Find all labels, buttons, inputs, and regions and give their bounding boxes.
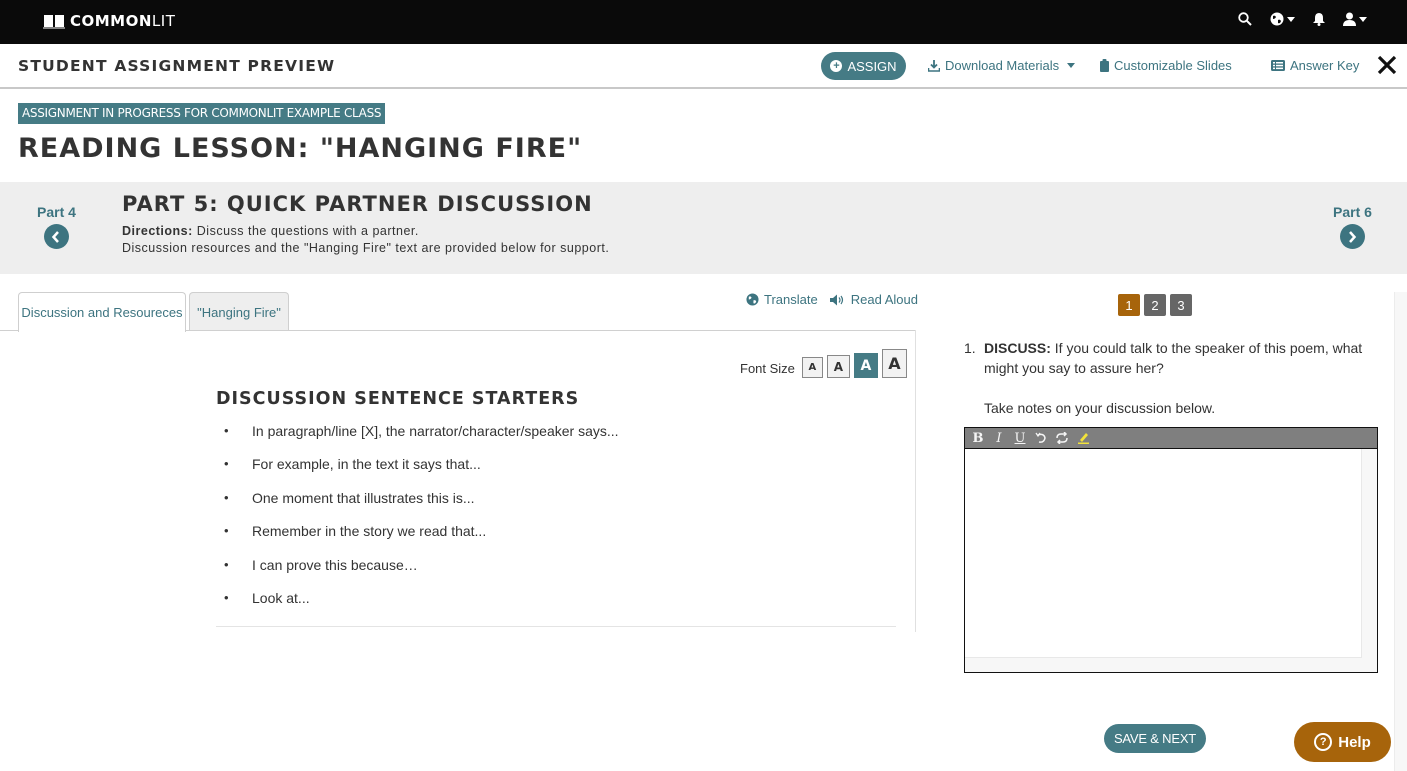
list-item: I can prove this because… [216, 557, 896, 590]
user-icon [1343, 12, 1356, 26]
help-button[interactable]: ? Help [1294, 722, 1391, 762]
translate-button[interactable]: Translate [746, 292, 818, 307]
list-item: One moment that illustrates this is... [216, 490, 896, 523]
question-number: 1. [964, 340, 976, 356]
font-size-xlarge-button[interactable]: A [881, 349, 907, 378]
answer-key-link[interactable]: Answer Key [1271, 58, 1359, 73]
sentence-starters: DISCUSSION SENTENCE STARTERS In paragrap… [216, 389, 896, 627]
font-size-small-button[interactable]: A [801, 357, 823, 378]
editor-toolbar: B I U [965, 428, 1377, 449]
search-icon [1238, 12, 1252, 26]
chevron-down-icon [1287, 16, 1295, 22]
part-header: Part 4 PART 5: QUICK PARTNER DISCUSSION … [0, 182, 1407, 274]
list-item: Remember in the story we read that... [216, 523, 896, 556]
help-label: Help [1338, 733, 1371, 751]
preview-header: STUDENT ASSIGNMENT PREVIEW + ASSIGN Down… [0, 44, 1407, 89]
download-materials-label: Download Materials [945, 58, 1060, 73]
scrollbar[interactable] [1394, 292, 1407, 771]
language-menu[interactable] [1270, 12, 1295, 26]
font-size-medium-button[interactable]: A [826, 355, 850, 378]
globe-icon [746, 293, 759, 306]
brand-light: LIT [151, 12, 176, 30]
notes-textarea[interactable] [965, 449, 1362, 658]
list-item: Look at... [216, 590, 896, 623]
question-page-1[interactable]: 1 [1118, 294, 1140, 316]
download-materials-dropdown[interactable]: Download Materials [928, 58, 1076, 73]
underline-icon[interactable]: U [1013, 431, 1027, 446]
clipboard-icon [1100, 59, 1109, 72]
lesson-title: READING LESSON: "HANGING FIRE" [18, 133, 583, 164]
next-part-button[interactable]: Part 6 [1333, 204, 1372, 249]
list-alt-icon [1271, 60, 1285, 71]
highlight-icon[interactable] [1076, 431, 1090, 445]
sentence-starters-list: In paragraph/line [X], the narrator/char… [216, 423, 896, 623]
customizable-slides-link[interactable]: Customizable Slides [1100, 58, 1232, 73]
notes-prompt: Take notes on your discussion below. [984, 400, 1216, 416]
italic-icon[interactable]: I [992, 431, 1006, 446]
question-1: 1. DISCUSS: If you could talk to the spe… [964, 338, 1374, 418]
chevron-down-icon [1359, 16, 1367, 22]
directions-label: Directions: [122, 224, 193, 238]
bold-icon[interactable]: B [971, 431, 985, 446]
next-part-label: Part 6 [1333, 204, 1372, 220]
directions-text: Discuss the questions with a partner. [196, 224, 419, 238]
download-icon [928, 59, 940, 72]
read-aloud-label: Read Aloud [850, 292, 918, 307]
question-page-2[interactable]: 2 [1144, 294, 1166, 316]
globe-icon [1270, 12, 1284, 26]
divider [216, 626, 896, 627]
chevron-left-circle-icon [43, 224, 69, 249]
chevron-right-circle-icon [1339, 224, 1365, 249]
font-size-control: Font Size A A A A [740, 349, 907, 378]
tab-discussion-resources[interactable]: Discussion and Resoureces [18, 292, 186, 332]
sentence-starters-heading: DISCUSSION SENTENCE STARTERS [216, 389, 580, 409]
user-menu[interactable] [1343, 12, 1367, 26]
book-icon [43, 15, 65, 29]
question-circle-icon: ? [1314, 733, 1333, 751]
part-title: PART 5: QUICK PARTNER DISCUSSION [122, 192, 593, 216]
close-icon [1377, 55, 1397, 75]
plus-circle-icon: + [830, 60, 843, 72]
assignment-status-badge: ASSIGNMENT IN PROGRESS FOR COMMONLIT EXA… [18, 103, 386, 124]
answer-key-label: Answer Key [1290, 58, 1360, 73]
translate-label: Translate [764, 292, 818, 307]
commonlit-logo[interactable]: COMMON LIT [43, 12, 175, 30]
part-directions: Directions: Discuss the questions with a… [122, 223, 609, 257]
assign-label: ASSIGN [847, 58, 897, 74]
question-label: DISCUSS: [984, 340, 1051, 356]
list-item: For example, in the text it says that... [216, 456, 896, 489]
assign-button[interactable]: + ASSIGN [821, 52, 906, 80]
previous-part-button[interactable]: Part 4 [37, 204, 76, 249]
tab-hanging-fire[interactable]: "Hanging Fire" [189, 292, 289, 331]
list-item: In paragraph/line [X], the narrator/char… [216, 423, 896, 456]
save-and-next-button[interactable]: SAVE & NEXT [1104, 724, 1206, 753]
bell-icon [1313, 13, 1325, 26]
font-size-label: Font Size [740, 361, 795, 376]
undo-icon[interactable] [1034, 431, 1048, 445]
previous-part-label: Part 4 [37, 204, 76, 220]
chevron-down-icon [1067, 63, 1076, 68]
panel-border [915, 330, 916, 632]
directions-support-text: Discussion resources and the "Hanging Fi… [122, 241, 610, 255]
top-navbar: COMMON LIT [0, 0, 1407, 44]
notes-editor: B I U [964, 427, 1378, 673]
brand-bold: COMMON [70, 12, 152, 30]
question-page-3[interactable]: 3 [1170, 294, 1192, 316]
read-aloud-button[interactable]: Read Aloud [829, 292, 918, 307]
notifications-button[interactable] [1313, 12, 1325, 26]
customizable-slides-label: Customizable Slides [1114, 58, 1232, 73]
redo-icon[interactable] [1055, 431, 1069, 445]
speaker-icon [829, 294, 843, 305]
font-size-large-button[interactable]: A [853, 353, 878, 378]
close-preview-button[interactable] [1374, 52, 1400, 78]
search-button[interactable] [1238, 12, 1252, 26]
question-pagination: 1 2 3 [1118, 294, 1192, 316]
preview-title: STUDENT ASSIGNMENT PREVIEW [18, 57, 336, 75]
